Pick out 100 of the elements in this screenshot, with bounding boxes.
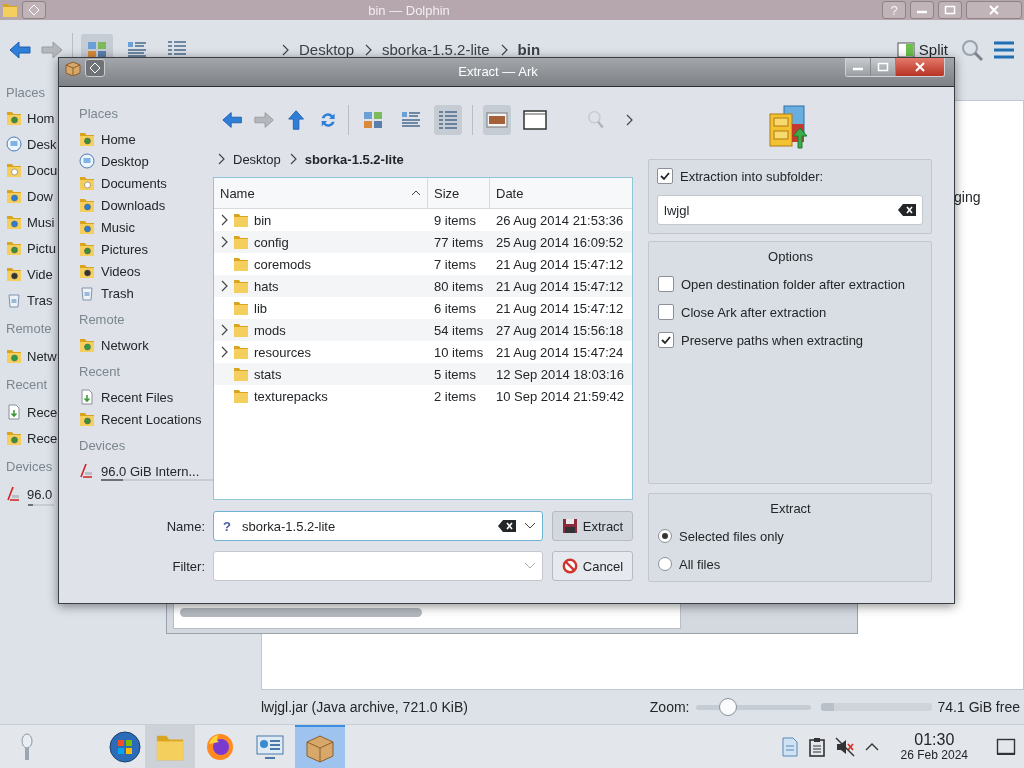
places-item[interactable]: Desk <box>6 131 57 157</box>
places-item[interactable]: Documents <box>79 172 167 194</box>
places-item[interactable]: Music <box>79 216 135 238</box>
table-row[interactable]: bin 9 items 26 Aug 2014 21:53:36 <box>214 209 632 231</box>
table-row[interactable]: texturepacks 2 items 10 Sep 2014 21:59:42 <box>214 385 632 407</box>
back-button[interactable] <box>221 109 244 131</box>
clear-icon[interactable] <box>898 204 916 216</box>
places-item[interactable]: Recent Files <box>79 386 174 408</box>
name-input[interactable]: sborka-1.5.2-lite <box>242 517 490 535</box>
places-item[interactable]: Pictures <box>79 238 148 260</box>
close-button[interactable] <box>896 58 944 76</box>
menu-icon[interactable] <box>992 39 1016 60</box>
split-button[interactable]: Split <box>892 38 952 61</box>
places-item[interactable]: Musi <box>6 209 55 235</box>
places-item[interactable]: Network <box>79 334 149 356</box>
subfolder-field[interactable]: lwjgl <box>657 195 923 225</box>
places-item[interactable]: 96.0 <box>6 481 53 507</box>
status-text: lwjgl.jar (Java archive, 721.0 KiB) <box>261 699 468 715</box>
table-row[interactable]: coremods 7 items 21 Aug 2014 15:47:12 <box>214 253 632 275</box>
radio-label[interactable]: Selected files only <box>679 528 784 544</box>
checkbox-label[interactable]: Close Ark after extraction <box>681 304 827 320</box>
clock-date[interactable]: 26 Feb 2024 <box>900 748 968 762</box>
table-row[interactable]: hats 80 items 21 Aug 2014 15:47:12 <box>214 275 632 297</box>
file-name[interactable]: hats <box>254 278 279 294</box>
places-item[interactable]: 96.0 GiB Intern... <box>79 460 200 482</box>
preview-toggle[interactable] <box>483 105 511 135</box>
breadcrumb-item[interactable]: sborka-1.5.2-lite <box>304 151 404 167</box>
muted-speaker-icon[interactable] <box>834 736 855 757</box>
slider-thumb[interactable] <box>718 698 737 716</box>
checkbox-label[interactable]: Open destination folder after extraction <box>681 276 906 292</box>
radio-button[interactable] <box>658 529 672 543</box>
breadcrumb-item[interactable]: Desktop <box>299 41 355 58</box>
search-icon[interactable] <box>960 37 984 62</box>
expand-tray-icon[interactable] <box>864 741 879 752</box>
clipboard-icon[interactable] <box>808 736 825 757</box>
table-row[interactable]: stats 5 items 12 Sep 2014 18:03:16 <box>214 363 632 385</box>
checkbox[interactable] <box>658 332 674 348</box>
checkbox-label[interactable]: Extraction into subfolder: <box>680 168 824 184</box>
table-row[interactable]: config 77 items 25 Aug 2014 16:09:52 <box>214 231 632 253</box>
breadcrumb-item[interactable]: Desktop <box>233 151 281 167</box>
zoom-slider[interactable] <box>695 698 811 716</box>
places-item[interactable]: Desktop <box>79 150 149 172</box>
places-item[interactable]: Netw <box>6 343 57 369</box>
places-item[interactable]: Vide <box>6 261 53 287</box>
table-row[interactable]: lib 6 items 21 Aug 2014 15:47:12 <box>214 297 632 319</box>
places-item[interactable]: Home <box>79 128 136 150</box>
more-chevron-icon[interactable] <box>625 114 634 126</box>
minimize-button[interactable] <box>910 1 934 19</box>
breadcrumb-item[interactable]: sborka-1.5.2-lite <box>382 41 490 58</box>
table-row[interactable]: resources 10 items 21 Aug 2014 15:47:24 <box>214 341 632 363</box>
pin-button[interactable] <box>85 59 105 77</box>
places-item[interactable]: Rece <box>6 399 58 425</box>
close-button[interactable] <box>966 1 1022 19</box>
places-item[interactable]: Videos <box>79 260 141 282</box>
places-item[interactable]: Dow <box>6 183 53 209</box>
minimize-button[interactable] <box>846 58 871 76</box>
places-item[interactable]: Trash <box>79 282 134 304</box>
places-item[interactable]: Rece <box>6 425 58 451</box>
places-item[interactable]: Tras <box>6 287 53 313</box>
clear-icon[interactable] <box>498 520 516 532</box>
breadcrumb-item[interactable]: bin <box>517 41 541 58</box>
dropdown-caret-icon[interactable] <box>524 522 536 530</box>
places-item[interactable]: Pictu <box>6 235 56 261</box>
checkbox[interactable] <box>658 304 674 320</box>
table-row[interactable]: mods 54 items 27 Aug 2014 15:56:18 <box>214 319 632 341</box>
maximize-button[interactable] <box>871 58 896 76</box>
scrollbar-thumb[interactable] <box>180 608 422 617</box>
subfolder-input[interactable]: lwjgl <box>664 201 890 219</box>
checkbox[interactable] <box>657 168 673 184</box>
name-combobox[interactable]: ? sborka-1.5.2-lite <box>213 511 543 541</box>
file-name[interactable]: mods <box>254 322 286 338</box>
checkbox[interactable] <box>658 276 674 292</box>
column-header[interactable]: Name <box>214 178 428 208</box>
places-item[interactable]: Recent Locations <box>79 408 202 430</box>
extract-button[interactable]: Extract <box>552 511 633 541</box>
checkbox-label[interactable]: Preserve paths when extracting <box>681 332 864 348</box>
radio-button[interactable] <box>658 557 672 571</box>
back-button[interactable] <box>8 38 32 61</box>
file-name[interactable]: stats <box>254 366 282 382</box>
places-item[interactable]: Downloads <box>79 194 166 216</box>
cancel-button[interactable]: Cancel <box>552 551 633 581</box>
show-desktop-icon[interactable] <box>996 736 1016 757</box>
file-name[interactable]: coremods <box>254 256 312 272</box>
start-menu-icon[interactable] <box>109 730 141 763</box>
maximize-button[interactable] <box>938 1 962 19</box>
places-item[interactable]: Docu <box>6 157 58 183</box>
file-name[interactable]: resources <box>254 344 312 360</box>
column-header[interactable]: Date <box>490 178 632 208</box>
column-header[interactable]: Size <box>428 178 490 208</box>
file-name[interactable]: bin <box>254 212 272 228</box>
zoom-label: Zoom: <box>649 699 690 715</box>
file-name[interactable]: config <box>254 234 289 250</box>
task-button[interactable] <box>295 725 345 768</box>
places-item[interactable]: Hom <box>6 105 55 131</box>
radio-label[interactable]: All files <box>679 556 721 572</box>
pin-button[interactable] <box>22 1 46 19</box>
launcher-icon[interactable] <box>20 731 34 762</box>
clock-time[interactable]: 01:30 <box>914 731 955 749</box>
file-name[interactable]: lib <box>254 300 267 316</box>
file-name[interactable]: texturepacks <box>254 388 328 404</box>
